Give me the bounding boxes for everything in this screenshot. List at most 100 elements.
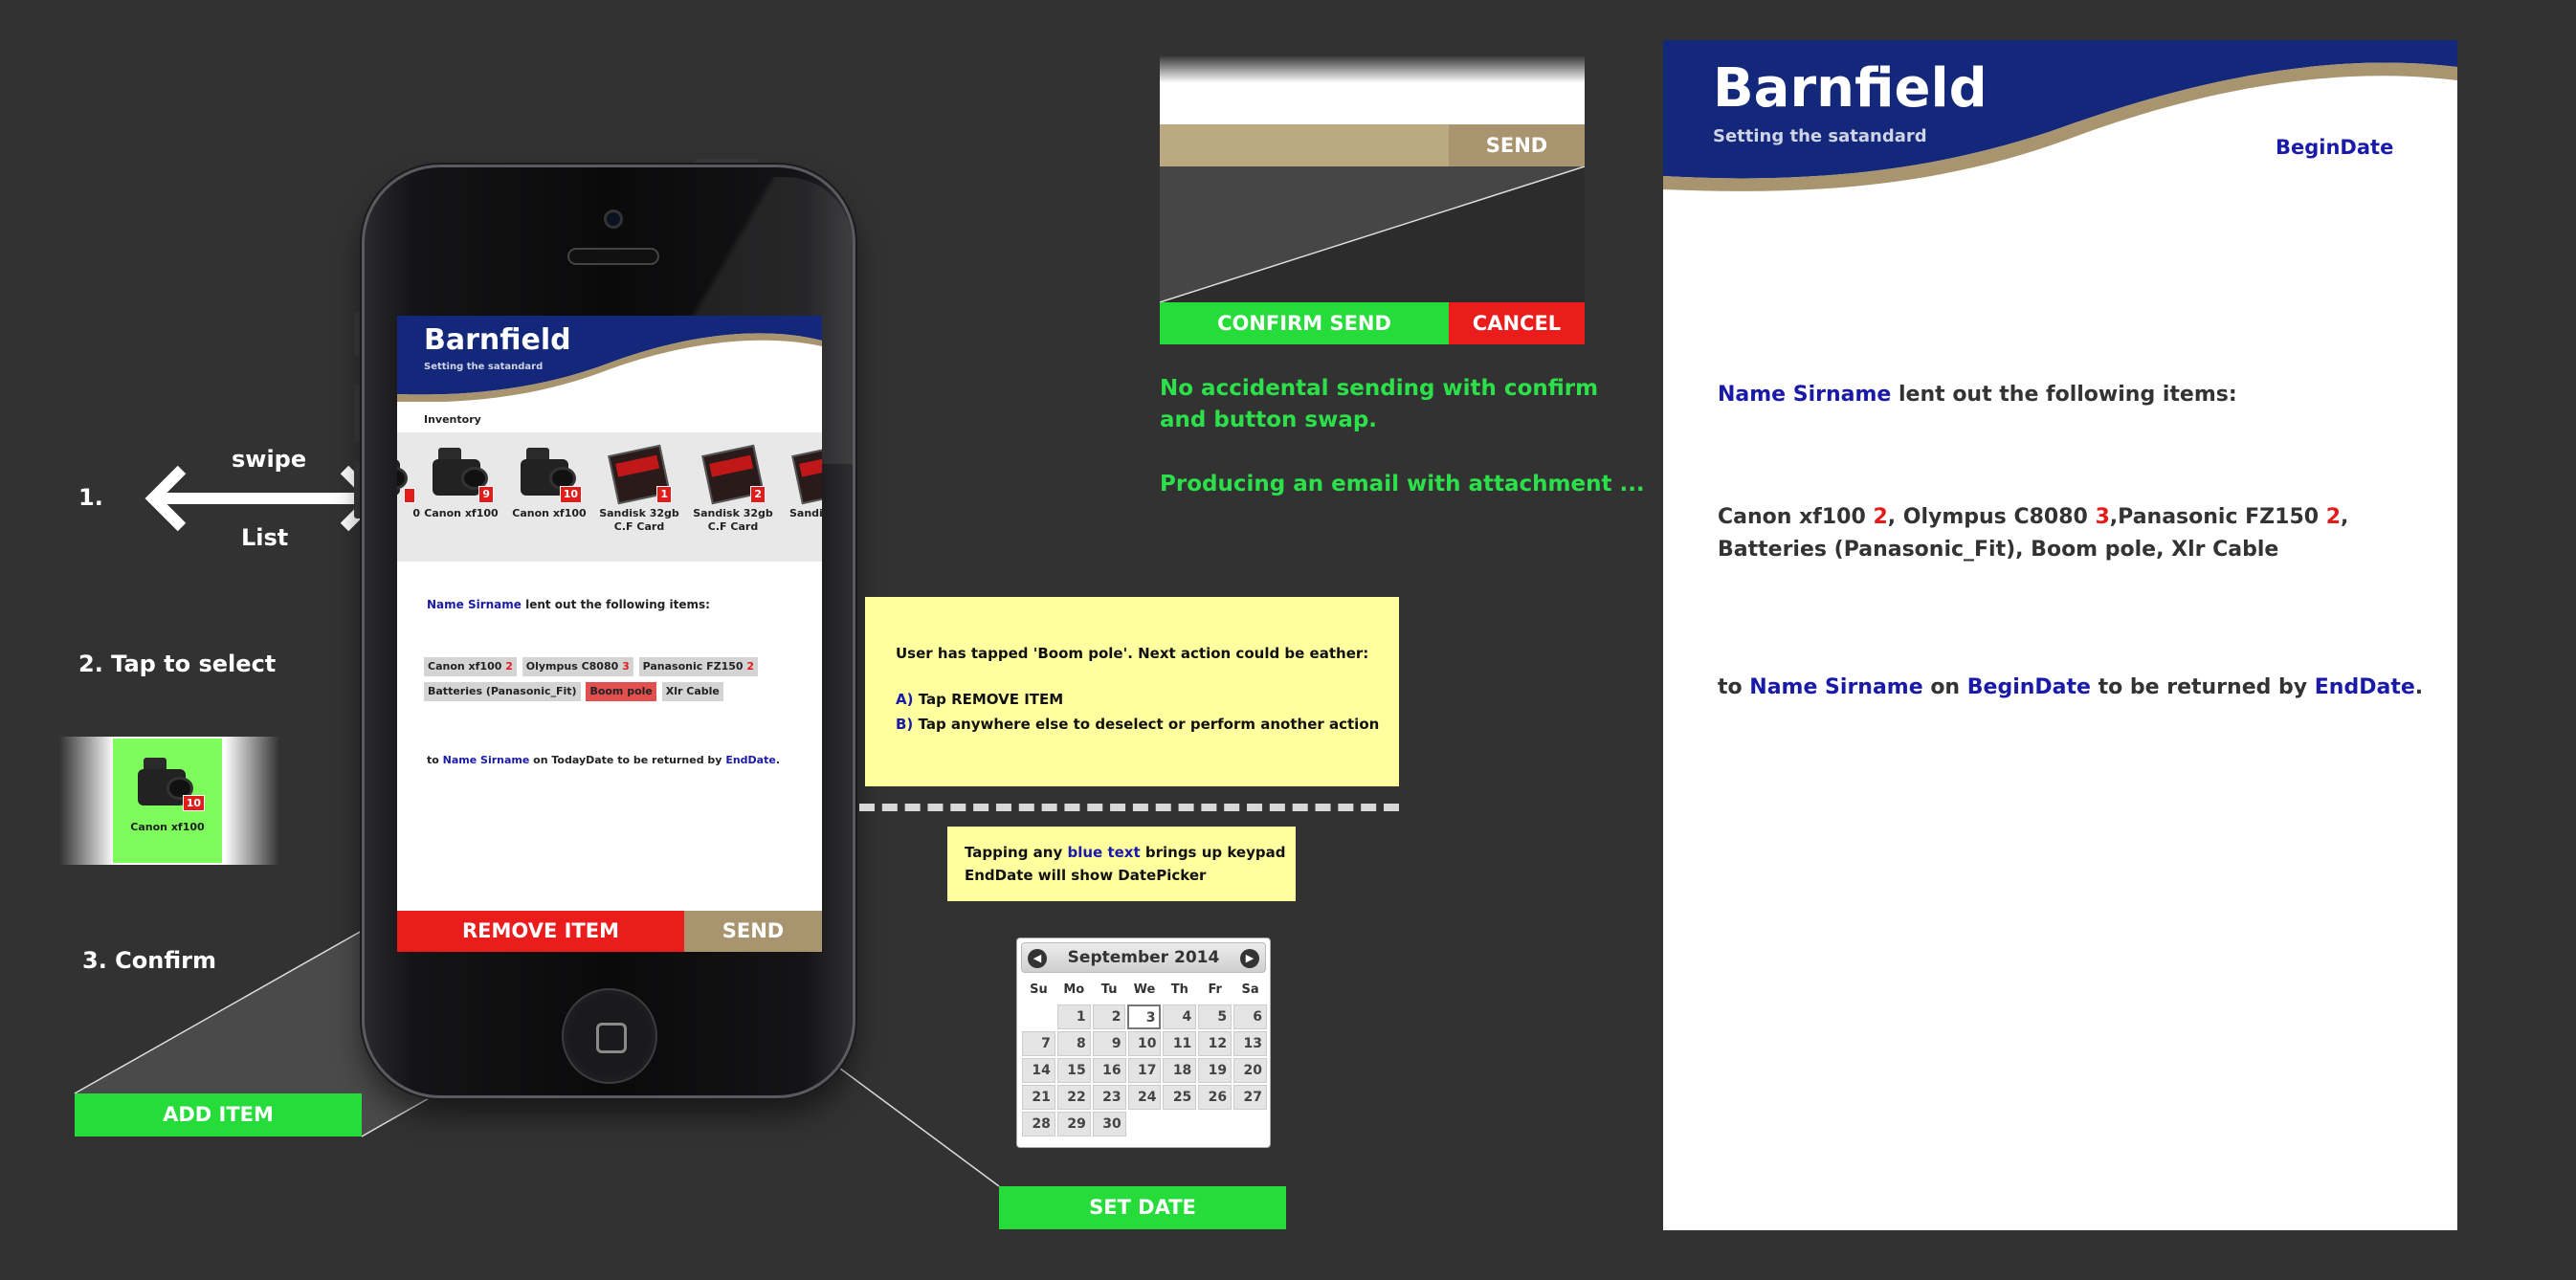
item-chip[interactable]: Olympus C8080 3 — [522, 657, 633, 676]
date-cell[interactable]: 24 — [1127, 1085, 1162, 1110]
weekday-label: Th — [1170, 982, 1188, 997]
step-2-label: 2. Tap to select — [78, 651, 277, 677]
date-cell[interactable]: 18 — [1163, 1058, 1197, 1083]
name-link[interactable]: Name Sirname — [443, 754, 530, 766]
inventory-item[interactable]: 2 Sandisk 32gb C.F Card — [690, 440, 776, 534]
swipe-arrow-icon — [144, 465, 382, 532]
date-picker-header: September 2014 ◀ ▶ — [1021, 942, 1266, 973]
date-cell[interactable]: 29 — [1056, 1112, 1091, 1137]
date-cell[interactable]: 28 — [1022, 1112, 1055, 1137]
weekday-label: Mo — [1063, 982, 1085, 997]
date-cell[interactable]: 27 — [1233, 1085, 1268, 1110]
preview-send-button: SEND — [1449, 124, 1585, 166]
step-3-label: 3. Confirm — [82, 947, 216, 974]
weekday-label: Sa — [1241, 982, 1259, 997]
date-cell[interactable]: 6 — [1233, 1004, 1268, 1029]
item-chip[interactable]: Xlr Cable — [661, 682, 723, 701]
preview-remove-bar — [1160, 124, 1449, 166]
date-cell[interactable]: 1 — [1056, 1004, 1091, 1029]
document-lent-line: Name Sirname lent out the following item… — [1718, 383, 2237, 407]
inventory-item[interactable]: 9 Canon xf100 — [418, 440, 504, 520]
camera-icon: 10 — [513, 440, 586, 503]
date-cell[interactable]: 22 — [1056, 1085, 1091, 1110]
name-link[interactable]: Name Sirname — [427, 598, 522, 611]
memory-card-icon: 2 — [697, 440, 769, 505]
item-chip[interactable]: Canon xf100 2 — [424, 657, 517, 676]
selected-tile-label: Canon xf100 — [130, 821, 205, 833]
date-cell[interactable]: 16 — [1092, 1058, 1126, 1083]
item-chips: Canon xf100 2 Olympus C8080 3 Panasonic … — [424, 654, 807, 704]
item-chip[interactable]: Batteries (Panasonic_Fit) — [424, 682, 581, 701]
date-cell[interactable]: 2 — [1092, 1004, 1126, 1029]
weekday-label: We — [1133, 982, 1156, 997]
document-items: Canon xf100 2, Olympus C8080 3,Panasonic… — [1718, 505, 2349, 562]
note-box-keypad: Tapping any blue text brings up keypad E… — [947, 827, 1296, 901]
item-chip-selected[interactable]: Boom pole — [586, 682, 656, 701]
weekday-label: Su — [1030, 982, 1048, 997]
date-cell[interactable]: 9 — [1092, 1031, 1126, 1056]
date-picker[interactable]: September 2014 ◀ ▶ Su Mo Tu We Th Fr Sa 1 2 3 4 5 6 7… — [1016, 938, 1271, 1148]
date-cell[interactable]: 13 — [1233, 1031, 1268, 1056]
memory-card-icon — [787, 440, 822, 505]
date-cell[interactable]: 20 — [1233, 1058, 1268, 1083]
date-cell[interactable]: 17 — [1127, 1058, 1162, 1083]
confirm-send-button[interactable]: CONFIRM SEND — [1160, 302, 1449, 344]
date-cell[interactable]: 23 — [1092, 1085, 1126, 1110]
volume-up-button — [354, 385, 362, 442]
empty-date-cell — [1198, 1112, 1232, 1137]
date-cell[interactable]: 8 — [1056, 1031, 1091, 1056]
selected-tile: 10 Canon xf100 — [113, 739, 222, 863]
remove-item-button[interactable]: REMOVE ITEM — [397, 911, 684, 952]
camera-icon: 9 — [425, 440, 498, 503]
next-month-icon[interactable]: ▶ — [1240, 949, 1259, 968]
date-cell[interactable]: 15 — [1056, 1058, 1091, 1083]
return-line: to Name Sirname on TodayDate to be retur… — [427, 754, 780, 766]
cancel-button[interactable]: CANCEL — [1449, 302, 1585, 344]
document-subtitle: Setting the satandard — [1713, 126, 1927, 146]
item-chip[interactable]: Panasonic FZ150 2 — [638, 657, 759, 676]
app-subtitle: Setting the satandard — [424, 362, 544, 372]
inventory-strip[interactable]: 0 9 Canon xf100 10 Canon xf100 1 Sandisk… — [397, 432, 822, 562]
date-cell[interactable]: 11 — [1163, 1031, 1197, 1056]
set-date-button[interactable]: SET DATE — [999, 1186, 1286, 1229]
inventory-item[interactable]: 1 Sandisk 32gb C.F Card — [596, 440, 682, 534]
send-button[interactable]: SEND — [684, 911, 822, 952]
front-camera — [604, 210, 623, 229]
date-cell[interactable]: 14 — [1022, 1058, 1055, 1083]
end-date-link[interactable]: EndDate — [725, 754, 776, 766]
camera-icon: 10 — [130, 750, 205, 813]
inventory-item[interactable]: 10 Canon xf100 — [506, 440, 592, 520]
confirm-note: No accidental sending with confirm and b… — [1160, 376, 1645, 497]
empty-date-cell — [1233, 1112, 1267, 1137]
camera-icon — [397, 440, 417, 503]
dashed-divider — [859, 804, 1399, 811]
empty-date-cell — [1164, 1112, 1197, 1137]
earpiece-speaker — [567, 248, 659, 265]
empty-date-cell — [1128, 1112, 1162, 1137]
date-cell[interactable]: 25 — [1163, 1085, 1197, 1110]
step-1-number: 1. — [78, 484, 103, 511]
inventory-label: Inventory — [424, 413, 481, 426]
date-cell[interactable]: 30 — [1092, 1112, 1126, 1137]
date-cell[interactable]: 12 — [1198, 1031, 1232, 1056]
date-cell[interactable]: 21 — [1022, 1085, 1055, 1110]
date-grid: Su Mo Tu We Th Fr Sa 1 2 3 4 5 6 7 8 9 10 11 12 13 14 15 16 17 1… — [1021, 977, 1268, 1137]
date-cell[interactable]: 4 — [1163, 1004, 1197, 1029]
volume-down-button — [354, 461, 362, 519]
email-attachment-document: Barnfield Setting the satandard BeginDat… — [1663, 40, 2457, 1230]
inventory-item[interactable]: Sandis C.F — [780, 440, 822, 520]
add-item-button[interactable]: ADD ITEM — [75, 1093, 362, 1137]
home-button[interactable] — [562, 988, 657, 1084]
date-cell[interactable]: 10 — [1127, 1031, 1162, 1056]
date-cell[interactable]: 19 — [1198, 1058, 1232, 1083]
phone-screen: Barnfield Setting the satandard Inventor… — [397, 316, 822, 952]
prev-month-icon[interactable]: ◀ — [1028, 949, 1047, 968]
date-cell[interactable]: 5 — [1198, 1004, 1232, 1029]
lent-line: Name Sirname lent out the following item… — [427, 598, 710, 611]
memory-card-icon: 1 — [603, 440, 676, 505]
note-box-selection: User has tapped 'Boom pole'. Next action… — [865, 597, 1399, 786]
empty-date-cell — [1022, 1004, 1055, 1029]
date-cell[interactable]: 3 — [1127, 1004, 1162, 1029]
date-cell[interactable]: 7 — [1022, 1031, 1055, 1056]
date-cell[interactable]: 26 — [1198, 1085, 1232, 1110]
